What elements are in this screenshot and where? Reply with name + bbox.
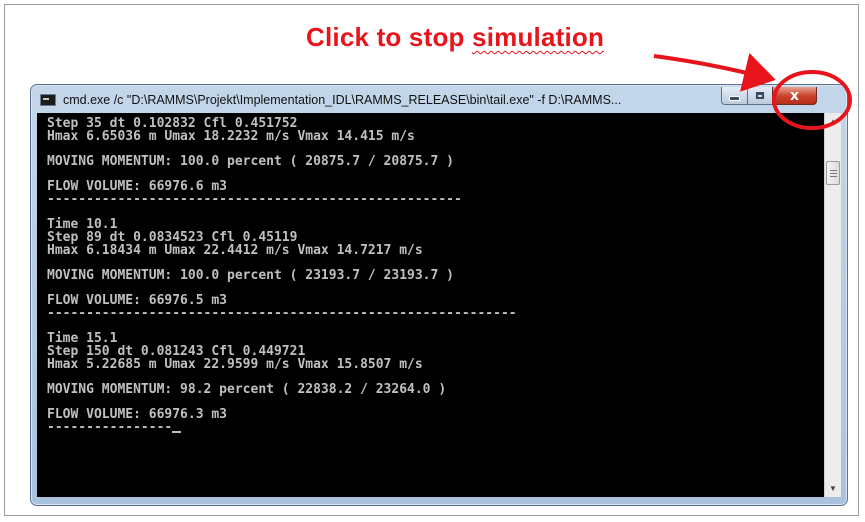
console-line: Hmax 6.18434 m Umax 22.4412 m/s Vmax 14.… xyxy=(47,243,423,258)
close-button[interactable]: x xyxy=(772,87,817,105)
scroll-down-arrow-icon[interactable]: ▼ xyxy=(825,480,841,497)
console-output[interactable]: Step 35 dt 0.102832 Cfl 0.451752 Hmax 6.6… xyxy=(37,113,824,497)
console-line: MOVING MOMENTUM: 98.2 percent ( 22838.2 … xyxy=(47,382,447,397)
console-line: ----------------------------------------… xyxy=(47,306,517,321)
scroll-thumb[interactable] xyxy=(826,161,840,185)
callout-text-prefix: Click to stop xyxy=(306,22,473,52)
minimize-icon xyxy=(729,96,740,101)
console-line: Hmax 6.65036 m Umax 18.2232 m/s Vmax 14.… xyxy=(47,129,415,144)
minimize-button[interactable] xyxy=(721,87,748,105)
console-app-icon[interactable] xyxy=(40,94,56,106)
callout-text: Click to stop simulation xyxy=(306,22,604,53)
title-bar[interactable]: cmd.exe /c "D:\RAMMS\Projekt\Implementat… xyxy=(31,85,847,115)
maximize-icon xyxy=(756,92,764,99)
console-line: ---------------- xyxy=(47,421,824,434)
console-line: MOVING MOMENTUM: 100.0 percent ( 20875.7… xyxy=(47,154,454,169)
maximize-button[interactable] xyxy=(747,87,773,105)
text-cursor xyxy=(172,431,182,433)
console-line: MOVING MOMENTUM: 100.0 percent ( 23193.7… xyxy=(47,268,454,283)
console-line: Hmax 5.22685 m Umax 22.9599 m/s Vmax 15.… xyxy=(47,357,423,372)
vertical-scrollbar[interactable]: ▲ ▼ xyxy=(824,113,841,497)
console-line: ----------------------------------------… xyxy=(47,192,462,207)
cmd-window: cmd.exe /c "D:\RAMMS\Projekt\Implementat… xyxy=(30,84,848,506)
close-icon: x xyxy=(789,87,800,104)
window-title: cmd.exe /c "D:\RAMMS\Projekt\Implementat… xyxy=(63,93,622,107)
scroll-up-arrow-icon[interactable]: ▲ xyxy=(825,113,841,130)
callout-text-underlined: simulation xyxy=(472,22,605,52)
